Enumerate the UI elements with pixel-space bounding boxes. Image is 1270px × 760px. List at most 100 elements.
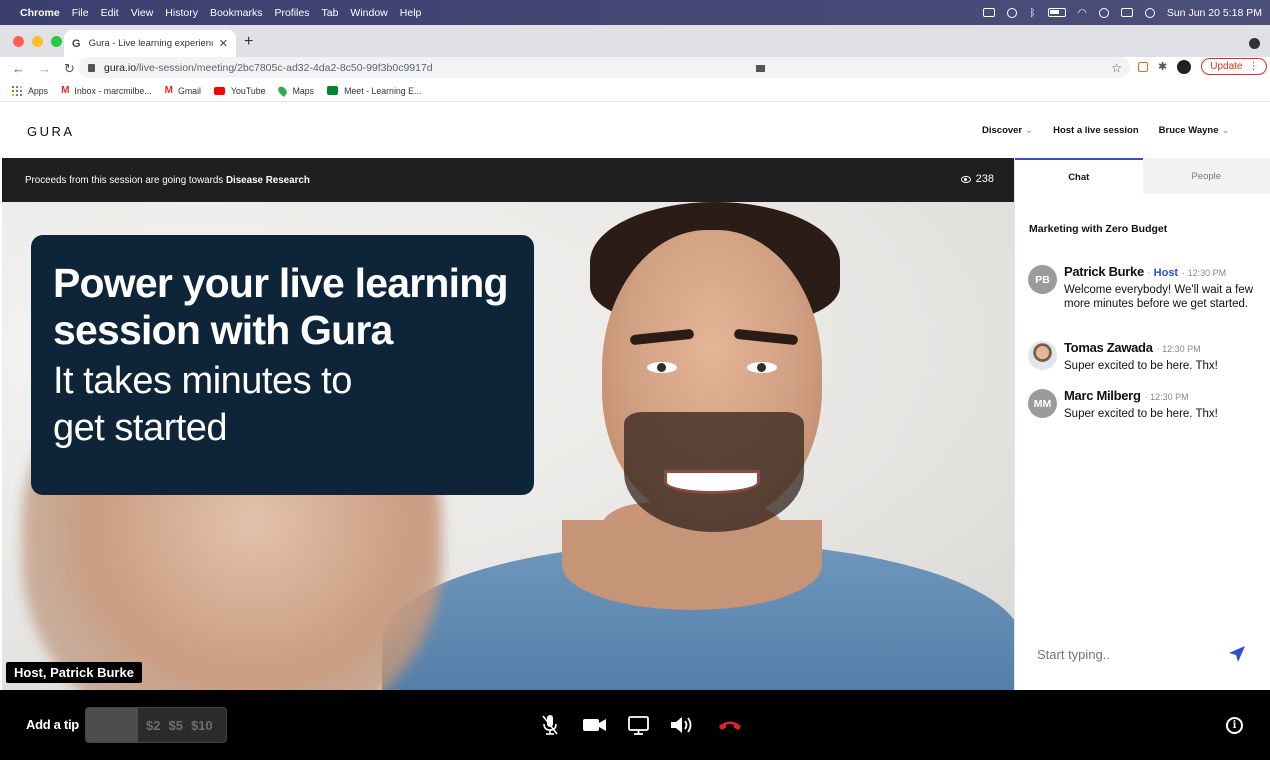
speaker-icon[interactable] bbox=[669, 714, 695, 736]
tab-search-icon[interactable] bbox=[1249, 38, 1260, 49]
avatar[interactable] bbox=[1028, 341, 1057, 370]
tip-option[interactable]: $5 bbox=[168, 718, 182, 733]
extensions-puzzle-icon[interactable]: ✱ bbox=[1158, 60, 1167, 73]
menu-bookmarks[interactable]: Bookmarks bbox=[210, 7, 263, 19]
promo-card: Power your live learning session with Gu… bbox=[31, 235, 534, 495]
avatar[interactable]: MM bbox=[1028, 389, 1057, 418]
send-icon[interactable] bbox=[1227, 644, 1247, 664]
microphone-icon[interactable] bbox=[540, 714, 560, 736]
bookmark-label: Inbox - marcmilbe... bbox=[74, 85, 152, 96]
play-icon[interactable] bbox=[1007, 7, 1018, 18]
bookmark-youtube[interactable]: YouTube bbox=[213, 85, 266, 96]
menu-app-name[interactable]: Chrome bbox=[20, 7, 60, 19]
menu-tab[interactable]: Tab bbox=[321, 7, 338, 19]
host-name-label: Host, Patrick Burke bbox=[6, 662, 142, 683]
tab-people[interactable]: People bbox=[1142, 158, 1270, 194]
new-tab-icon[interactable]: + bbox=[244, 33, 253, 51]
nav-discover[interactable]: Discover ⌄ bbox=[982, 125, 1033, 136]
bookmark-label: Meet - Learning E... bbox=[344, 85, 422, 96]
forward-icon[interactable]: → bbox=[38, 61, 52, 76]
bookmark-label: YouTube bbox=[230, 85, 266, 96]
lock-icon[interactable] bbox=[88, 63, 95, 72]
message-text: Super excited to be here. Thx! bbox=[1064, 360, 1218, 372]
browser-toolbar: ← → ↻ gura.io/live-session/meeting/2bc78… bbox=[0, 57, 1270, 80]
gmail-icon: M bbox=[61, 85, 70, 96]
battery-icon[interactable] bbox=[1047, 8, 1066, 17]
close-tab-icon[interactable]: ✕ bbox=[219, 37, 228, 50]
chevron-down-icon: ⌄ bbox=[1025, 125, 1034, 136]
chevron-down-icon: ⌄ bbox=[1221, 125, 1230, 136]
screen-record-icon[interactable] bbox=[983, 8, 996, 17]
menu-history[interactable]: History bbox=[165, 7, 198, 19]
end-call-icon[interactable] bbox=[717, 714, 743, 736]
menubar-clock[interactable]: Sun Jun 20 5:18 PM bbox=[1167, 7, 1262, 19]
top-nav: Discover ⌄ Host a live session Bruce Wayn… bbox=[982, 125, 1229, 136]
bookmark-label: Gmail bbox=[178, 85, 201, 96]
tip-option[interactable]: $10 bbox=[191, 718, 213, 733]
bookmark-apps[interactable]: Apps bbox=[12, 85, 49, 96]
tip-option[interactable]: $2 bbox=[146, 718, 160, 733]
avatar[interactable]: PB bbox=[1028, 265, 1057, 294]
message-time: 12:30 PM bbox=[1145, 390, 1189, 404]
browser-tab[interactable]: G Gura - Live learning experiences ✕ bbox=[64, 30, 236, 57]
extension-icon[interactable] bbox=[1138, 61, 1148, 72]
nav-host-session[interactable]: Host a live session bbox=[1053, 125, 1139, 136]
screen-share-icon[interactable] bbox=[627, 714, 650, 736]
menu-help[interactable]: Help bbox=[400, 7, 422, 19]
bookmark-maps[interactable]: Maps bbox=[276, 84, 314, 97]
message-author[interactable]: Patrick Burke bbox=[1064, 265, 1144, 279]
window-controls bbox=[13, 36, 62, 47]
menu-view[interactable]: View bbox=[131, 7, 154, 19]
back-icon[interactable]: ← bbox=[12, 61, 26, 76]
tab-chat[interactable]: Chat bbox=[1015, 158, 1143, 194]
bookmark-label: Apps bbox=[28, 85, 49, 96]
browser-tabstrip: G Gura - Live learning experiences ✕ + bbox=[0, 25, 1270, 57]
maps-pin-icon bbox=[276, 84, 289, 97]
update-button[interactable]: Update ⋮ bbox=[1201, 58, 1268, 75]
chat-message: PB Patrick Burke Host 12:30 PM Welcome e… bbox=[1028, 265, 1263, 311]
message-text: Welcome everybody! We'll wait a few more… bbox=[1064, 284, 1254, 310]
message-text: Super excited to be here. Thx! bbox=[1064, 408, 1218, 420]
close-window-icon[interactable] bbox=[13, 36, 24, 47]
bluetooth-icon[interactable]: ᛒ bbox=[1029, 7, 1035, 19]
bookmark-gmail[interactable]: M Gmail bbox=[165, 85, 201, 96]
live-stage: Proceeds from this session are going tow… bbox=[2, 158, 1014, 690]
panel-tabs: Chat People bbox=[1015, 158, 1270, 194]
eye-icon bbox=[960, 175, 971, 183]
banner-text: Proceeds from this session are going tow… bbox=[25, 174, 226, 186]
wifi-icon[interactable]: ◠ bbox=[1078, 7, 1087, 19]
profile-avatar[interactable] bbox=[1177, 59, 1192, 74]
nav-user-menu[interactable]: Bruce Wayne ⌄ bbox=[1159, 125, 1230, 136]
message-time: 12:30 PM bbox=[1182, 266, 1227, 280]
message-author[interactable]: Tomas Zawada bbox=[1064, 341, 1153, 355]
video-host-eye bbox=[747, 362, 777, 373]
chat-input[interactable] bbox=[1037, 647, 1217, 662]
menu-edit[interactable]: Edit bbox=[101, 7, 119, 19]
menu-window[interactable]: Window bbox=[350, 7, 387, 19]
message-author[interactable]: Marc Milberg bbox=[1064, 389, 1141, 403]
control-center-icon[interactable] bbox=[1120, 8, 1133, 17]
spotlight-search-icon[interactable] bbox=[1098, 7, 1109, 18]
gura-logo[interactable]: GURA bbox=[27, 124, 75, 139]
menu-file[interactable]: File bbox=[72, 7, 89, 19]
bookmark-inbox[interactable]: M Inbox - marcmilbe... bbox=[61, 85, 152, 96]
address-bar[interactable]: gura.io/live-session/meeting/2bc7805c-ad… bbox=[78, 57, 1130, 78]
apps-grid-icon bbox=[12, 85, 22, 96]
side-panel: Chat People Marketing with Zero Budget P… bbox=[1014, 158, 1270, 690]
bookmarks-bar: Apps M Inbox - marcmilbe... M Gmail YouT… bbox=[0, 80, 1270, 102]
video-camera-icon[interactable] bbox=[582, 714, 607, 736]
tip-amount-input[interactable] bbox=[86, 708, 138, 742]
bookmark-star-icon[interactable]: ☆ bbox=[1111, 61, 1122, 75]
message-time: 12:30 PM bbox=[1157, 342, 1201, 356]
minimize-window-icon[interactable] bbox=[32, 36, 43, 47]
menu-profiles[interactable]: Profiles bbox=[274, 7, 309, 19]
zoom-window-icon[interactable] bbox=[51, 36, 62, 47]
siri-icon[interactable] bbox=[1144, 7, 1155, 18]
app-header: GURA Discover ⌄ Host a live session Bruce… bbox=[0, 103, 1270, 158]
reload-icon[interactable]: ↻ bbox=[64, 61, 78, 77]
info-icon[interactable]: i bbox=[1226, 717, 1243, 734]
bookmark-meet[interactable]: Meet - Learning E... bbox=[327, 86, 421, 96]
kebab-menu-icon[interactable]: ⋮ bbox=[1248, 61, 1258, 72]
user-name: Bruce Wayne bbox=[1158, 125, 1219, 136]
camera-permission-icon[interactable] bbox=[756, 61, 779, 75]
